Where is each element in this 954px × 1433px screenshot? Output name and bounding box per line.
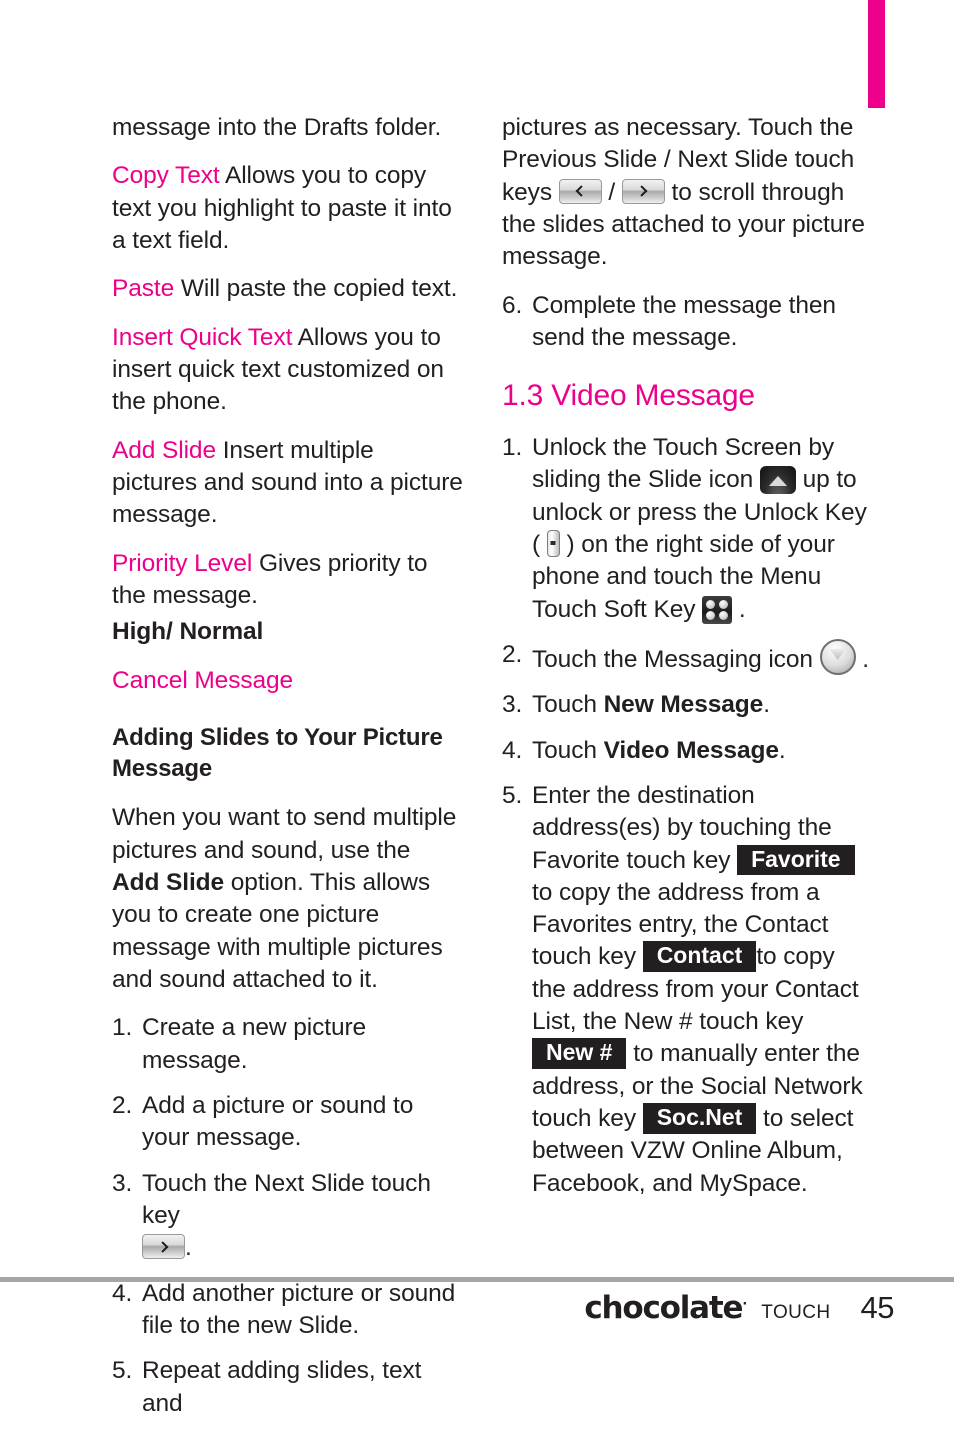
step-text: Create a new picture message. xyxy=(142,1014,367,1074)
subheading-adding-slides: Adding Slides to Your Picture Message xyxy=(112,723,443,782)
step-text: Add a picture or sound to your message. xyxy=(142,1091,414,1152)
option-priority-level: Priority Level Gives priority to the mes… xyxy=(112,548,464,613)
step-number: 2. xyxy=(502,640,523,668)
option-term: Add Slide xyxy=(112,436,216,464)
left-steps-list: 1. Create a new picture message. 2. Add … xyxy=(112,1012,464,1420)
step-number: 2. xyxy=(112,1091,133,1119)
continued-step-paragraph: pictures as necessary. Touch the Previou… xyxy=(502,112,870,274)
intro-bold: Add Slide xyxy=(112,869,225,897)
intro-paragraph: When you want to send multiple pictures … xyxy=(112,802,464,996)
icon-separator: / xyxy=(601,178,622,206)
option-paste: Paste Will paste the copied text. xyxy=(112,273,464,305)
option-term: Copy Text xyxy=(112,162,220,190)
option-term: Paste xyxy=(112,275,175,303)
menu-item-video-message: Video Message xyxy=(603,736,779,764)
registered-mark: · xyxy=(742,1297,748,1312)
option-desc: Will paste the copied text. xyxy=(180,275,458,303)
step-text-after: . xyxy=(185,1234,192,1262)
previous-slide-key-icon xyxy=(558,178,602,204)
step-text: Touch the Next Slide touch key xyxy=(142,1169,431,1229)
list-item: 5. Repeat adding slides, text and xyxy=(112,1355,464,1420)
right-column: pictures as necessary. Touch the Previou… xyxy=(502,112,870,1213)
step-part2: . xyxy=(763,691,770,719)
priority-values: High/ Normal xyxy=(112,618,264,646)
video-message-steps: 1. Unlock the Touch Screen by sliding th… xyxy=(502,432,870,1200)
step-part1: Touch the Messaging icon xyxy=(532,645,820,673)
menu-item-new-message: New Message xyxy=(603,691,764,719)
brand-logo: chocolate· xyxy=(584,1290,748,1326)
social-network-touch-key[interactable]: Soc.Net xyxy=(642,1103,757,1134)
step-number: 6. xyxy=(502,291,523,319)
messaging-icon xyxy=(819,638,856,675)
step-number: 5. xyxy=(502,781,523,809)
option-add-slide: Add Slide Insert multiple pictures and s… xyxy=(112,435,464,532)
list-item: 4. Touch Video Message. xyxy=(502,735,870,767)
brand-sub-label: TOUCH xyxy=(761,1302,831,1323)
page-title: 1.3 Video Message xyxy=(502,379,755,413)
right-steps-continued: 6. Complete the message then send the me… xyxy=(502,290,870,355)
step-number: 1. xyxy=(112,1014,133,1042)
next-slide-key-icon xyxy=(621,178,665,204)
step-part1: Touch xyxy=(532,736,604,764)
step-number: 4. xyxy=(502,736,523,764)
step-part2: . xyxy=(778,736,786,764)
option-term: Insert Quick Text xyxy=(112,323,293,351)
contact-touch-key[interactable]: Contact xyxy=(642,941,757,973)
list-item: 6. Complete the message then send the me… xyxy=(502,290,870,355)
step-part2: . xyxy=(855,645,870,673)
list-item: 1. Unlock the Touch Screen by sliding th… xyxy=(502,432,870,626)
slide-unlock-icon xyxy=(759,466,796,495)
step-number: 1. xyxy=(502,433,523,461)
page-number: 45 xyxy=(860,1290,895,1325)
option-cancel-message: Cancel Message xyxy=(112,666,294,694)
page-content: message into the Drafts folder. Copy Tex… xyxy=(0,0,954,1417)
step-number: 5. xyxy=(112,1357,133,1385)
unlock-key-icon xyxy=(546,529,560,557)
step-part1: Touch xyxy=(532,691,604,719)
menu-soft-key-icon xyxy=(702,595,733,624)
step-number: 3. xyxy=(112,1169,133,1197)
continued-paragraph: message into the Drafts folder. xyxy=(112,114,442,141)
favorite-touch-key[interactable]: Favorite xyxy=(737,844,855,876)
page-footer: chocolate· TOUCH 45 xyxy=(0,1290,954,1350)
intro-part1: When you want to send multiple pictures … xyxy=(112,804,457,864)
footer-divider xyxy=(0,1277,954,1282)
option-insert-quick-text: Insert Quick Text Allows you to insert q… xyxy=(112,322,464,419)
list-item: 1. Create a new picture message. xyxy=(112,1012,464,1077)
step-text: Repeat adding slides, text and xyxy=(142,1357,422,1417)
list-item: 3. Touch New Message. xyxy=(502,689,870,721)
new-number-touch-key[interactable]: New # xyxy=(532,1038,627,1070)
list-item: 2. Touch the Messaging icon . xyxy=(502,638,870,676)
list-item: 2. Add a picture or sound to your messag… xyxy=(112,1090,464,1155)
left-column: message into the Drafts folder. Copy Tex… xyxy=(112,112,464,1433)
list-item: 3. Touch the Next Slide touch key . xyxy=(112,1168,464,1265)
step-text: Complete the message then send the messa… xyxy=(532,291,836,351)
step-part4: . xyxy=(732,595,746,623)
option-copy-text: Copy Text Allows you to copy text you hi… xyxy=(112,160,464,257)
option-term: Priority Level xyxy=(112,549,253,577)
brand-block: chocolate· TOUCH 45 xyxy=(584,1290,894,1326)
next-slide-key-icon xyxy=(142,1234,185,1260)
list-item: 5. Enter the destination address(es) by … xyxy=(502,780,870,1200)
step-part3: ) on the right side of your phone and to… xyxy=(532,530,835,623)
step-number: 3. xyxy=(502,691,523,719)
